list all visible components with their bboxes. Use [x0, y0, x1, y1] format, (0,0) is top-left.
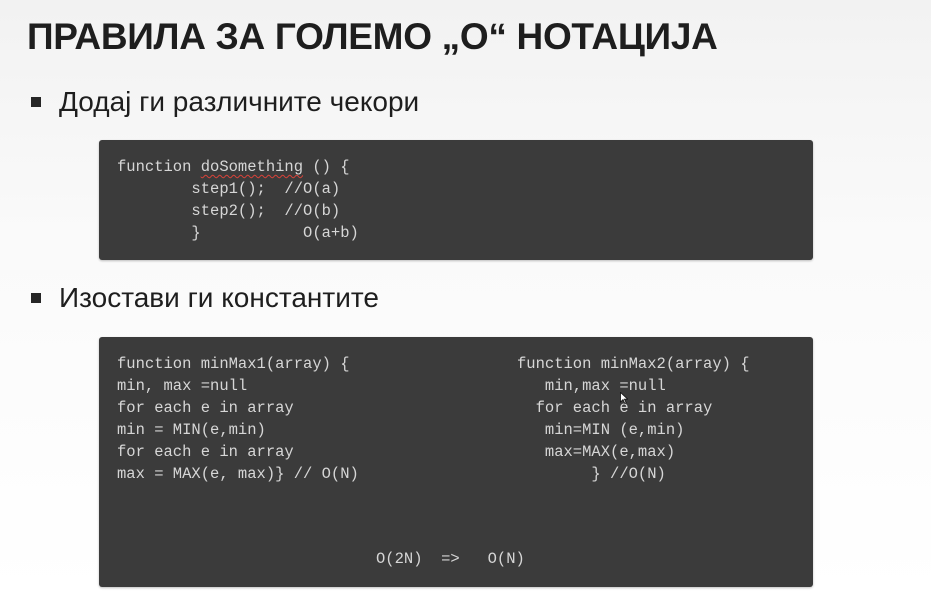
bullet-item-drop-constants: Изостави ги константите — [31, 281, 379, 315]
code-line-left: for each e in array — [117, 399, 294, 417]
code-block-add-steps: function doSomething () { step1(); //O(a… — [99, 140, 813, 260]
code-keyword: function — [117, 158, 201, 176]
code-line: step2(); //O(b) — [117, 202, 341, 220]
code-block-drop-constants: function minMax1(array) { min, max =null… — [99, 337, 813, 587]
code-line: function doSomething () { — [117, 156, 350, 178]
code-line-right: min=MIN (e,min) — [517, 421, 685, 439]
misspelled-function-name: doSomething — [200, 158, 304, 176]
code-text: () { — [303, 158, 350, 176]
code-line-right: function minMax2(array) { — [517, 355, 750, 373]
code-line: } O(a+b) — [117, 224, 359, 242]
square-bullet-icon — [31, 293, 41, 303]
bullet-text: Изостави ги константите — [59, 282, 379, 313]
code-line-left: for each e in array — [117, 443, 294, 461]
code-line-left: max = MAX(e, max)} // O(N) — [117, 465, 359, 483]
code-line-left: min = MIN(e,min) — [117, 421, 266, 439]
code-line: step1(); //O(a) — [117, 180, 341, 198]
bullet-item-add-steps: Додај ги различните чекори — [31, 85, 419, 119]
mouse-pointer-icon — [620, 392, 628, 404]
square-bullet-icon — [31, 97, 41, 107]
complexity-summary: O(2N) => O(N) — [376, 550, 525, 568]
code-line-left: min, max =null — [117, 377, 248, 395]
bullet-text: Додај ги различните чекори — [59, 86, 420, 117]
code-line-right: max=MAX(e,max) — [517, 443, 676, 461]
slide-title: ПРАВИЛА ЗА ГОЛЕМО „О“ НОТАЦИЈА — [27, 16, 718, 57]
code-line-left: function minMax1(array) { — [117, 355, 350, 373]
code-line-right: for each e in array — [517, 399, 713, 417]
code-line-right: } //O(N) — [517, 465, 666, 483]
code-line-right: min,max =null — [517, 377, 666, 395]
